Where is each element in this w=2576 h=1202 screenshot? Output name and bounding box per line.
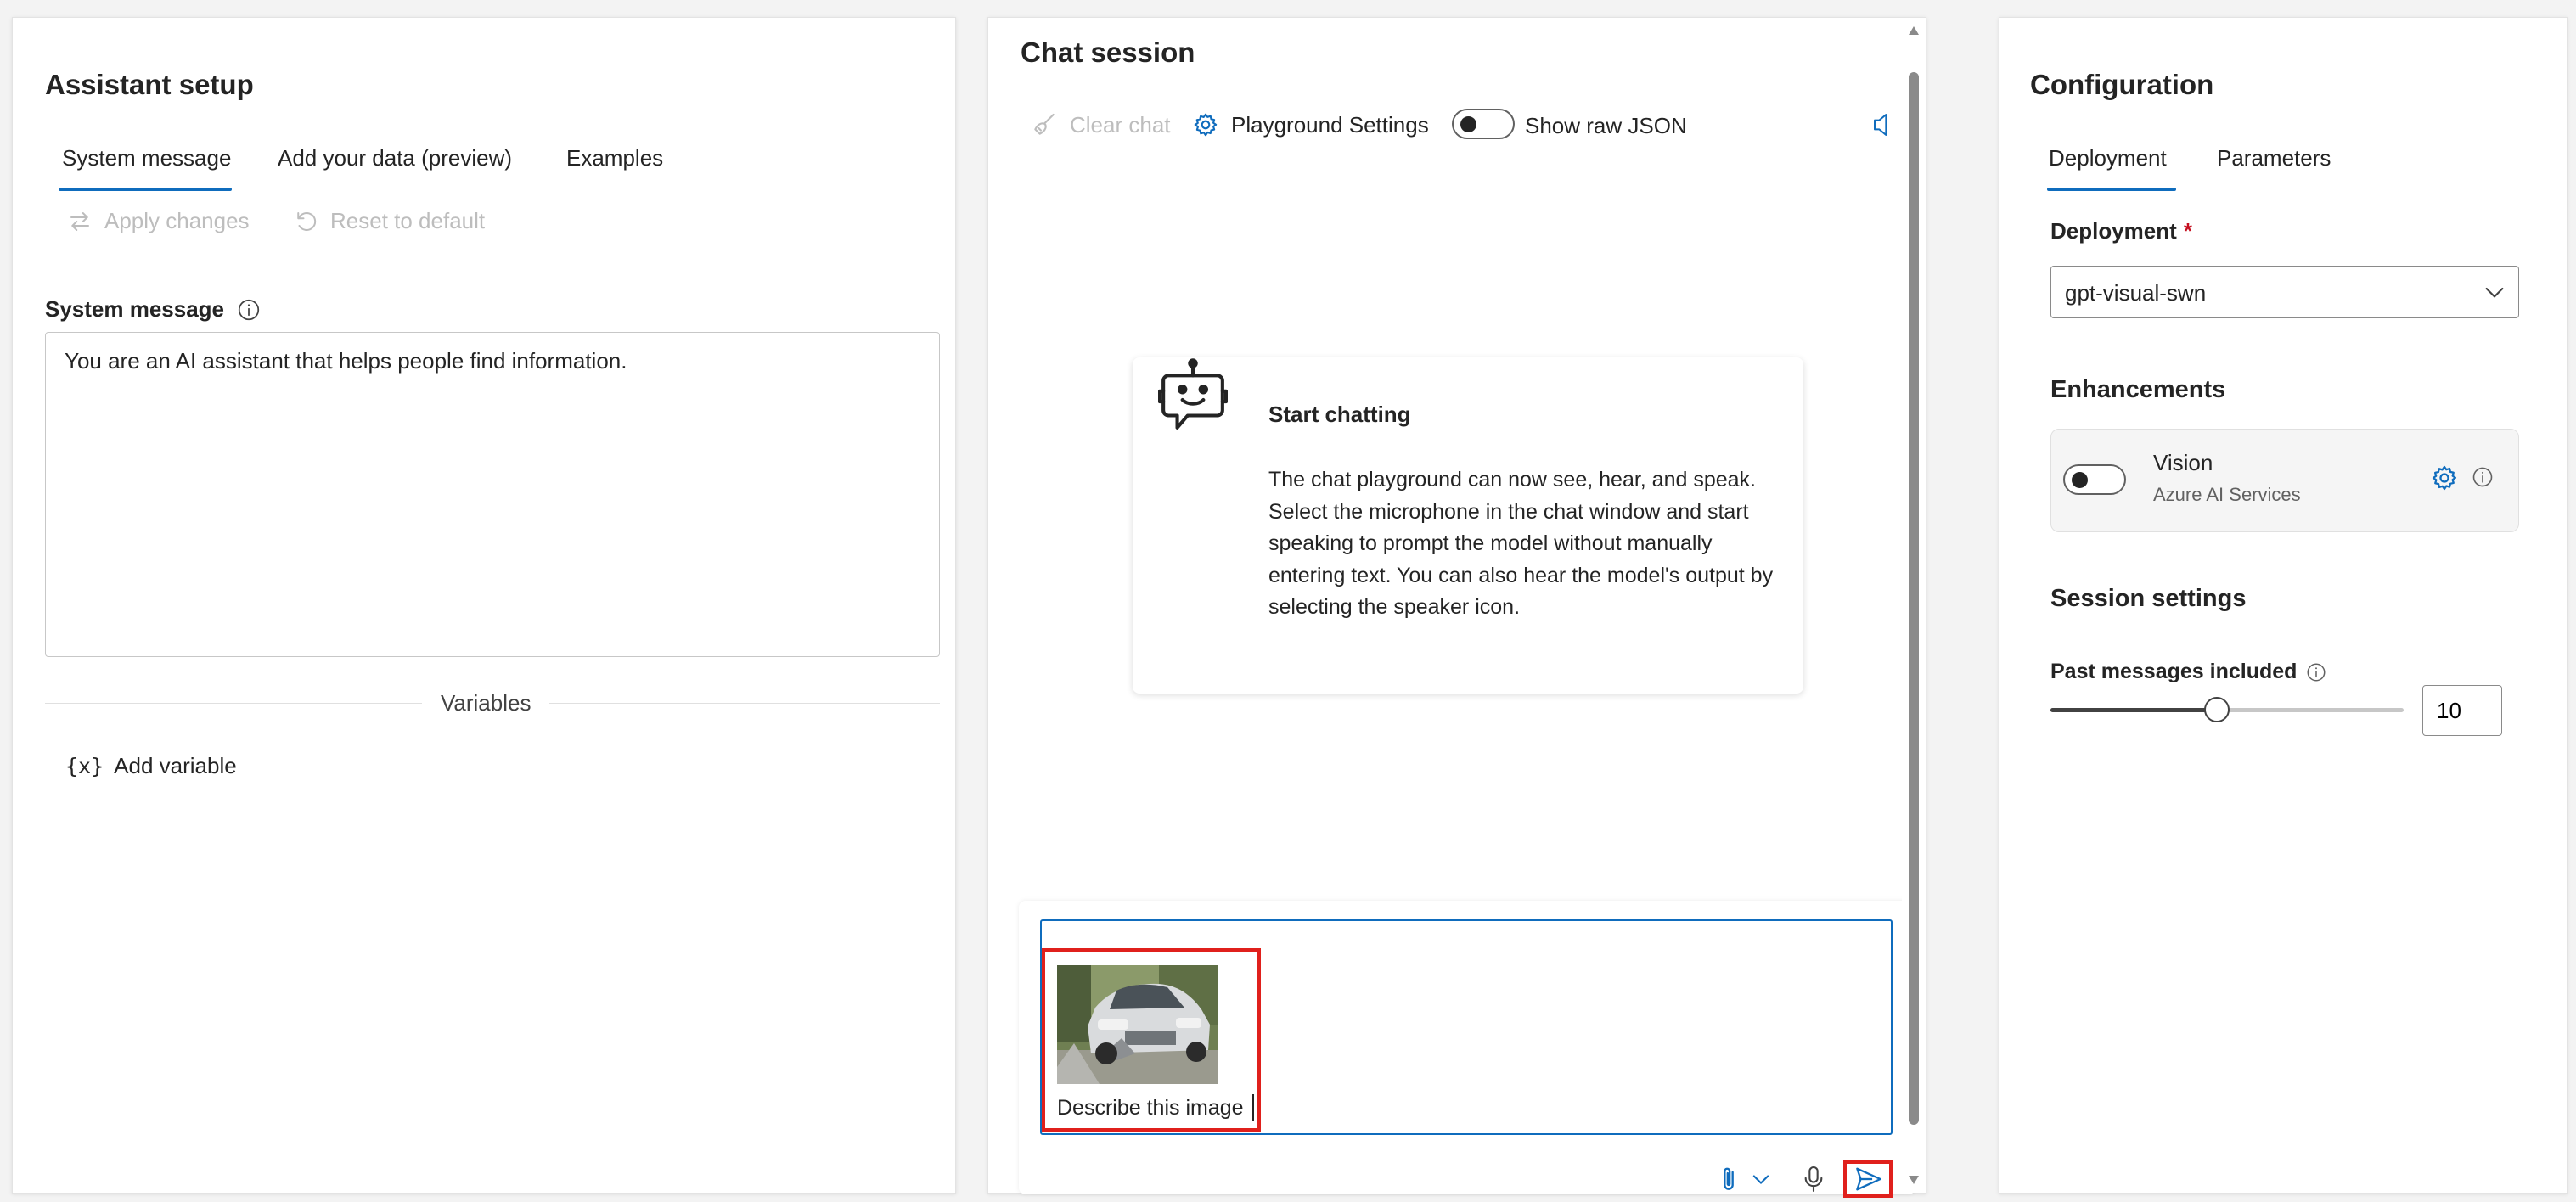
vision-subtitle: Azure AI Services <box>2153 484 2301 505</box>
deployment-field-label: Deployment * <box>2050 218 2192 244</box>
start-chatting-title: Start chatting <box>1268 402 1411 427</box>
system-message-heading: System message <box>45 296 262 323</box>
configuration-panel: Configuration Deployment Parameters Depl… <box>1999 17 2568 1194</box>
tab-examples[interactable]: Examples <box>566 145 663 171</box>
system-message-label: System message <box>45 296 225 322</box>
slider-thumb-inner <box>2211 704 2223 716</box>
speaker-icon[interactable] <box>1868 110 1895 140</box>
gear-icon[interactable] <box>2430 463 2459 492</box>
variable-braces-icon: {x} <box>65 754 104 778</box>
paperclip-icon[interactable] <box>1717 1164 1741 1194</box>
system-message-textarea[interactable] <box>45 332 940 657</box>
scroll-up-arrow-icon[interactable] <box>1907 25 1921 37</box>
clear-chat-button[interactable]: Clear chat <box>1031 111 1171 138</box>
show-raw-json-toggle[interactable] <box>1452 109 1515 139</box>
vision-toggle[interactable] <box>2063 464 2126 495</box>
past-messages-slider[interactable] <box>2050 697 2404 722</box>
microphone-icon[interactable] <box>1802 1164 1825 1194</box>
vision-card: Vision Azure AI Services <box>2050 429 2519 532</box>
playground-settings-label: Playground Settings <box>1231 111 1429 138</box>
chat-input-text: Describe this image <box>1057 1096 1244 1120</box>
scroll-thumb[interactable] <box>1909 72 1919 1125</box>
enhancements-heading: Enhancements <box>2050 376 2226 403</box>
divider-right <box>549 703 940 704</box>
apply-changes-label: Apply changes <box>104 208 250 233</box>
start-chatting-card: Start chatting The chat playground can n… <box>1133 357 1803 694</box>
attachment-highlight: Describe this image <box>1042 948 1261 1132</box>
chevron-down-icon <box>2481 278 2508 306</box>
show-raw-json-label: Show raw JSON <box>1525 113 1687 138</box>
deployment-select-value: gpt-visual-swn <box>2065 280 2207 306</box>
info-icon[interactable] <box>2471 465 2494 489</box>
required-asterisk: * <box>2183 218 2192 244</box>
chat-input-box[interactable]: Describe this image <box>1040 919 1893 1135</box>
apply-changes-button[interactable]: Apply changes <box>67 208 250 234</box>
scroll-down-arrow-icon[interactable] <box>1907 1174 1921 1186</box>
tab-parameters[interactable]: Parameters <box>2217 145 2331 171</box>
text-cursor <box>1252 1094 1254 1121</box>
chat-session-panel: Chat session Clear chat Playground Setti… <box>987 17 1926 1198</box>
slider-fill <box>2050 708 2217 712</box>
info-icon[interactable] <box>2305 661 2327 683</box>
session-settings-heading: Session settings <box>2050 585 2247 612</box>
playground-settings-button[interactable]: Playground Settings <box>1192 111 1429 138</box>
slider-thumb[interactable] <box>2204 697 2230 722</box>
clear-chat-label: Clear chat <box>1070 111 1171 138</box>
chat-composer: Describe this image <box>1019 901 1915 1198</box>
chat-bot-icon <box>1158 357 1228 439</box>
toggle-knob <box>2072 472 2088 488</box>
info-icon[interactable] <box>236 297 262 323</box>
panel-title: Chat session <box>1021 37 1195 68</box>
variables-heading: Variables <box>441 690 532 716</box>
assistant-setup-panel: Assistant setup System message Add your … <box>12 17 956 1194</box>
chat-scrollbar[interactable] <box>1902 18 1926 1193</box>
reset-to-default-button[interactable]: Reset to default <box>293 208 485 234</box>
send-button-highlight <box>1843 1160 1893 1198</box>
panel-title: Configuration <box>2030 69 2214 100</box>
deployment-select[interactable]: gpt-visual-swn <box>2050 266 2519 318</box>
active-tab-indicator <box>2047 188 2176 191</box>
reset-to-default-label: Reset to default <box>330 208 486 233</box>
deployment-label: Deployment <box>2050 218 2177 244</box>
tab-add-your-data[interactable]: Add your data (preview) <box>278 145 512 171</box>
divider-left <box>45 703 422 704</box>
send-icon[interactable] <box>1854 1166 1883 1192</box>
panel-title: Assistant setup <box>45 69 254 100</box>
tab-deployment[interactable]: Deployment <box>2049 145 2167 171</box>
chevron-down-icon[interactable] <box>1749 1167 1773 1191</box>
toggle-knob <box>1460 116 1476 132</box>
active-tab-indicator <box>59 188 232 191</box>
past-messages-heading: Past messages included <box>2050 660 2327 684</box>
gear-icon <box>1192 111 1219 138</box>
tab-system-message[interactable]: System message <box>62 145 231 171</box>
undo-icon <box>293 209 318 234</box>
add-variable-label: Add variable <box>114 753 237 778</box>
broom-icon <box>1031 111 1058 138</box>
swap-arrows-icon <box>67 209 93 234</box>
past-messages-label: Past messages included <box>2050 660 2298 683</box>
vision-title: Vision <box>2153 450 2213 475</box>
add-variable-button[interactable]: {x} Add variable <box>65 753 237 779</box>
start-chatting-body: The chat playground can now see, hear, a… <box>1268 468 1774 619</box>
past-messages-input[interactable] <box>2422 685 2502 736</box>
attached-image-thumbnail[interactable] <box>1057 965 1218 1084</box>
